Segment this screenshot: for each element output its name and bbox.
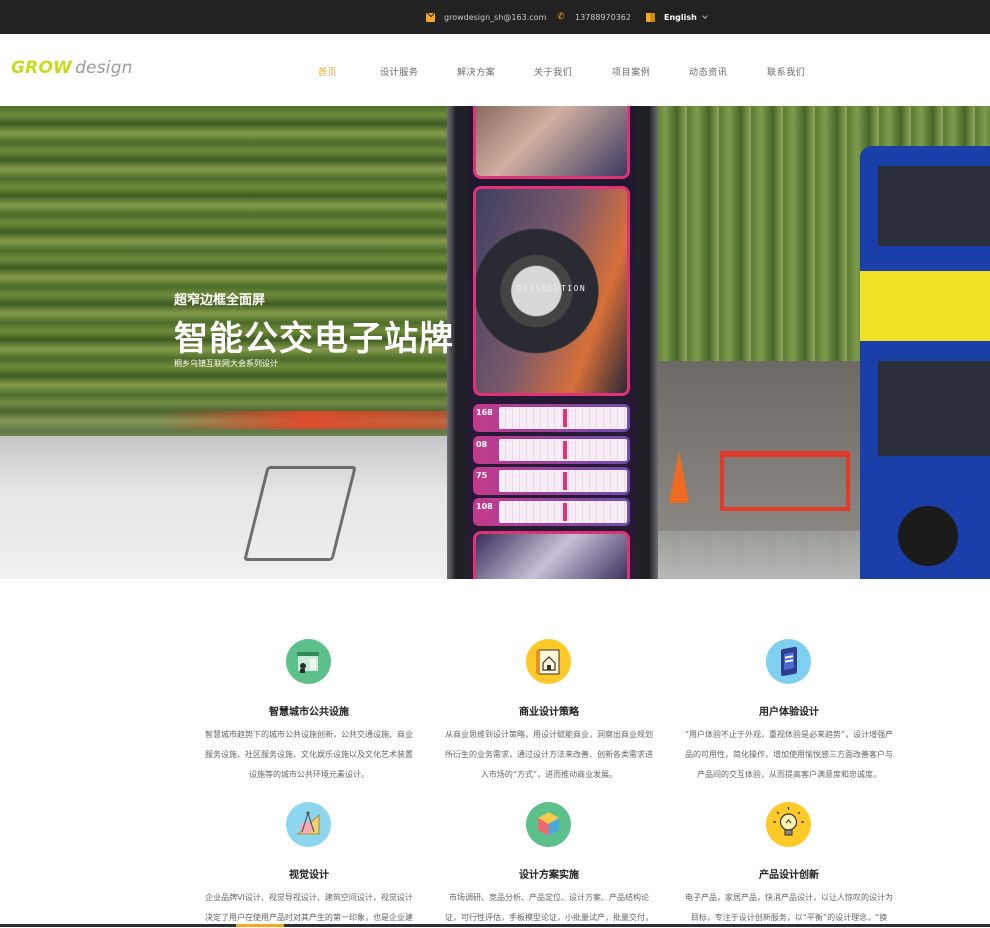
route-timetable (499, 439, 627, 461)
city-kiosk-icon (286, 639, 331, 684)
nav-solutions[interactable]: 解决方案 (457, 65, 495, 78)
site-logo[interactable]: GROW design (11, 58, 133, 78)
phone-icon: ✆ (557, 11, 565, 22)
image-thumbnail (473, 531, 630, 579)
description-line: 电子产品，家居产品，快消产品设计，以让人惊叹的设计为 (685, 893, 893, 902)
service-title: 设计方案实施 (519, 870, 579, 881)
service-description: 市场调研、竞品分析、产品定位、设计方案、产品结构论 证，可行性评估，手板模型论证… (434, 888, 664, 928)
hero-background-bus (655, 106, 990, 579)
description-line: “用户体验不止于外观，重视体验是必来趋势”，设计增强产 (684, 730, 894, 739)
description-line: 服务设施、社区服务设施、文化娱乐设施以及文化艺术装置 (205, 750, 413, 759)
service-description: 企业品牌VI设计、视觉导视设计、建筑空间设计，视觉设计 决定了用户在使用产品时对… (194, 888, 424, 928)
description-line: 市场调研、竞品分析、产品定位、设计方案、产品结构论 (449, 893, 649, 902)
service-title: 商业设计策略 (519, 707, 579, 718)
bus-wheel (898, 506, 958, 566)
description-line: 所衍生的业务需求，通过设计方法来改善、创新各类需求进 (445, 750, 653, 759)
top-bar: growdesign_sh@163.com ✆ 13788970362 Engl… (0, 0, 990, 34)
nav-contact[interactable]: 联系我们 (767, 65, 805, 78)
route-row: 08 (473, 436, 630, 464)
mobile-device-icon (766, 639, 811, 684)
route-row: 75 (473, 467, 630, 495)
kiosk-frame (650, 106, 658, 579)
kiosk-screen: DISSOLUTION 168 08 75 108 (467, 106, 636, 579)
route-number: 108 (476, 502, 493, 511)
route-row: 168 (473, 404, 630, 432)
description-line: 智慧城市趋势下的城市公共设施创新，公共交通设施、商业 (205, 730, 413, 739)
video-thumbnail (473, 106, 630, 179)
service-title: 智慧城市公共设施 (269, 707, 349, 718)
language-selector[interactable]: English (646, 0, 708, 34)
service-title: 视觉设计 (289, 870, 329, 881)
logo-design: design (75, 58, 133, 78)
phone-contact[interactable]: ✆ 13788970362 (557, 0, 631, 34)
route-timetable (499, 501, 627, 523)
phone-text: 13788970362 (575, 12, 631, 22)
route-number: 168 (476, 408, 493, 417)
bus (860, 146, 990, 579)
route-row: 108 (473, 498, 630, 526)
chevron-down-icon (701, 12, 708, 19)
bus-window (878, 166, 990, 246)
traffic-cone-icon (669, 451, 689, 503)
site-header: GROW design 首页 设计服务 解决方案 关于我们 项目案例 动态资讯 联… (0, 34, 990, 106)
description-line: 产品间的交互体验，从而提高客户满意度和忠诚度。 (697, 770, 881, 779)
nav-home[interactable]: 首页 (318, 65, 337, 78)
service-description: 智慧城市趋势下的城市公共设施创新，公共交通设施、商业 服务设施、社区服务设施、文… (194, 725, 424, 785)
nav-about[interactable]: 关于我们 (534, 65, 572, 78)
flag-icon (646, 12, 655, 22)
description-line: 企业品牌VI设计、视觉导视设计、建筑空间设计，视觉设计 (205, 893, 413, 902)
logo-grow: GROW (11, 58, 73, 78)
poster-title: DISSOLUTION (516, 284, 587, 293)
route-number: 75 (476, 471, 488, 480)
route-timetable (499, 407, 627, 429)
movie-poster: DISSOLUTION (473, 186, 630, 396)
hero-caption: 桐乡乌镇互联网大会系列设计 (174, 359, 278, 368)
nav-cases[interactable]: 项目案例 (612, 65, 650, 78)
road (0, 436, 460, 579)
language-label: English (664, 12, 697, 22)
electronic-bus-stop-kiosk: DISSOLUTION 168 08 75 108 (447, 106, 658, 579)
motion-blur (160, 411, 450, 429)
email-contact[interactable]: growdesign_sh@163.com (426, 0, 546, 34)
lightbulb-icon (766, 802, 811, 847)
cube-icon (526, 802, 571, 847)
bus-window (878, 361, 990, 456)
description-line: 设施等的城市公共环境元素设计。 (249, 770, 369, 779)
compass-ruler-icon (286, 802, 331, 847)
service-description: 电子产品，家居产品，快消产品设计，以让人惊叹的设计为 目标，专注于设计创新服务，… (674, 888, 904, 928)
blueprint-house-icon (526, 639, 571, 684)
hero-title: 智能公交电子站牌 (174, 319, 454, 359)
road-barrier (720, 451, 850, 511)
route-number: 08 (476, 440, 488, 449)
service-description: “用户体验不止于外观，重视体验是必来趋势”，设计增强产 品的可用性，简化操作，增… (674, 725, 904, 785)
description-line: 从商业思维到设计策略，用设计赋能商业，洞察出商业规划 (445, 730, 653, 739)
email-text: growdesign_sh@163.com (444, 12, 547, 22)
hero-banner[interactable]: DISSOLUTION 168 08 75 108 超窄边框全面屏 智能公交电子… (0, 106, 990, 579)
description-line: 入市场的“方式”，进而推动商业发展。 (480, 770, 618, 779)
services-section: 智慧城市公共设施 智慧城市趋势下的城市公共设施创新，公共交通设施、商业 服务设施… (0, 579, 990, 927)
nav-design-services[interactable]: 设计服务 (380, 65, 418, 78)
nav-news[interactable]: 动态资讯 (689, 65, 727, 78)
bus-stripe (860, 271, 990, 341)
service-description: 从商业思维到设计策略，用设计赋能商业，洞察出商业规划 所衍生的业务需求，通过设计… (434, 725, 664, 785)
route-timetable (499, 470, 627, 492)
service-title: 产品设计创新 (759, 870, 819, 881)
description-line: 品的可用性，简化操作，增加使用愉悦感三方面改善客户与 (685, 750, 893, 759)
hero-subtitle: 超窄边框全面屏 (174, 293, 266, 308)
mail-icon (426, 12, 435, 22)
service-title: 用户体验设计 (759, 707, 819, 718)
